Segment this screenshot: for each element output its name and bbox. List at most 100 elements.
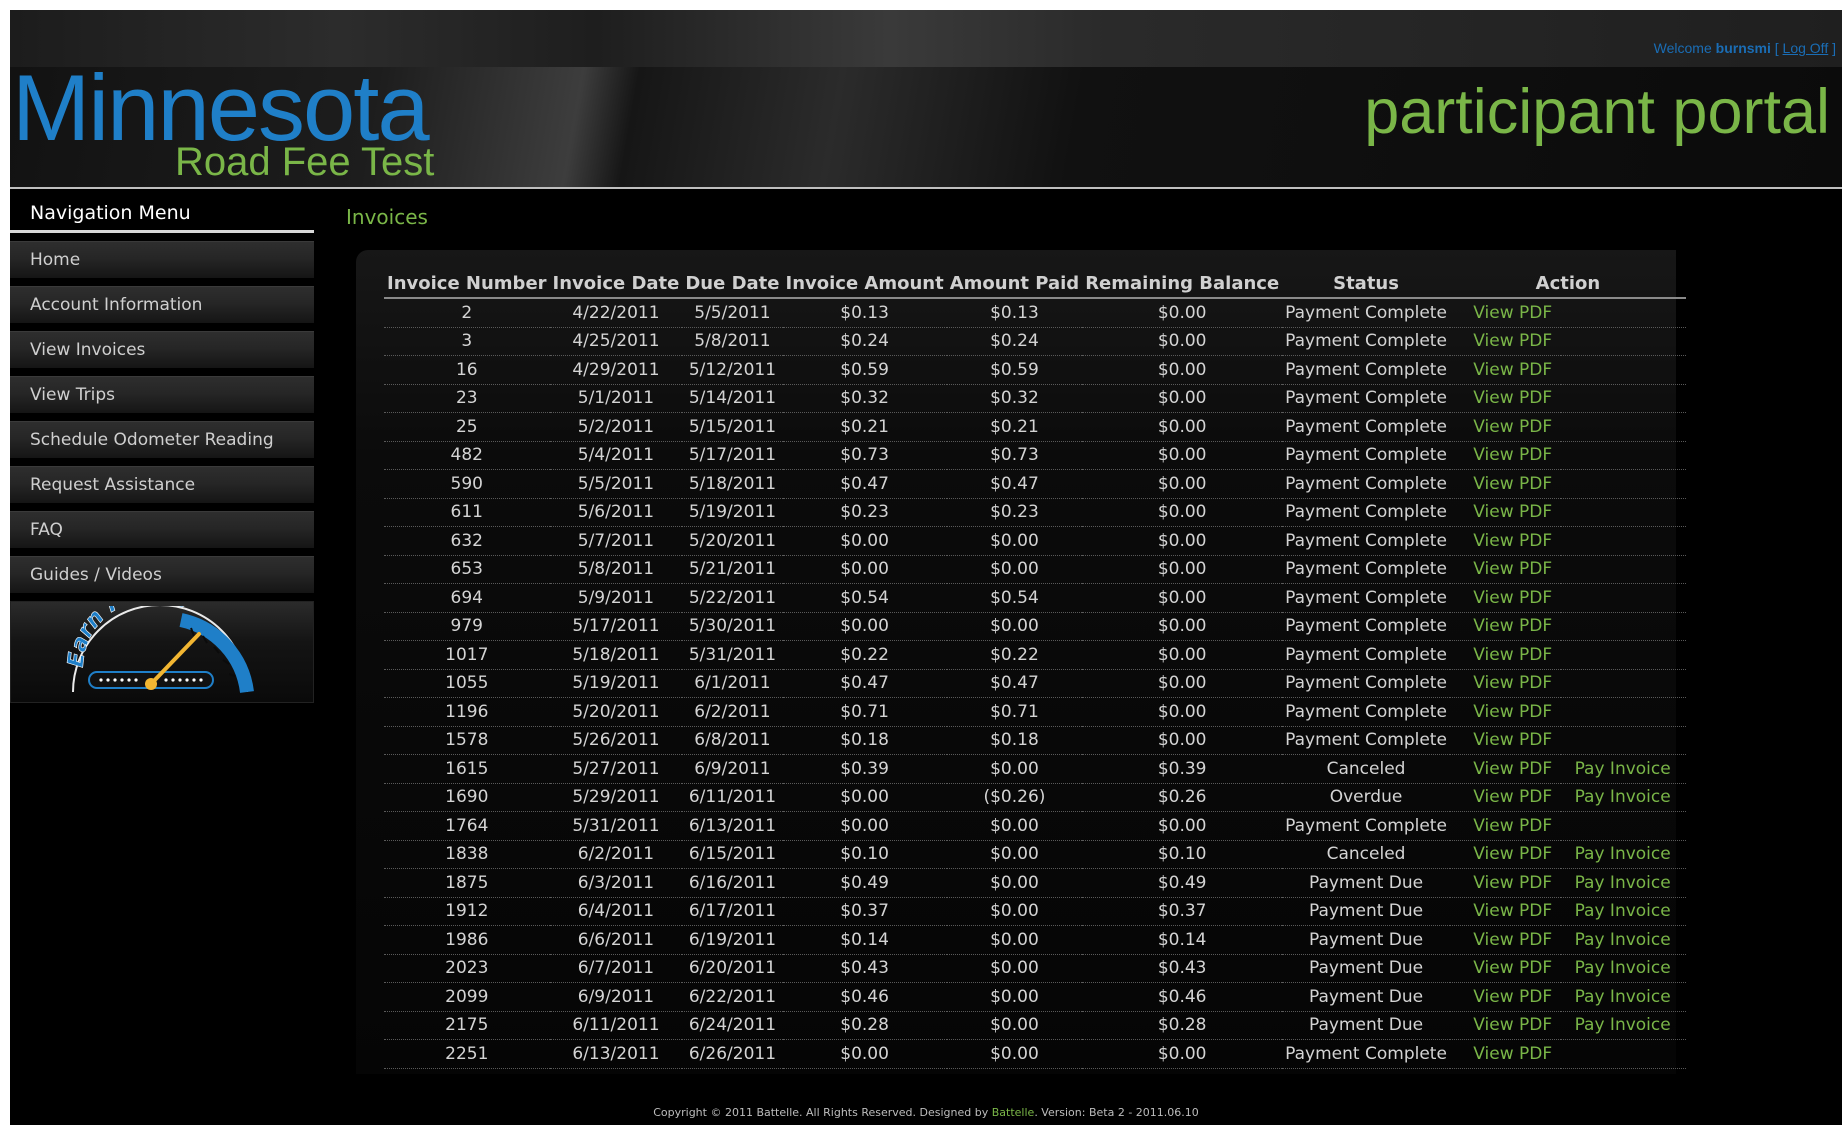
amount-paid-cell: $0.23 [946,498,1083,527]
pay-invoice-link[interactable]: Pay Invoice [1560,954,1686,983]
app-frame: Welcome burnsmi [ Log Off ] Minnesota Ro… [10,10,1842,1125]
view-pdf-link[interactable]: View PDF [1449,982,1561,1012]
due-date-cell: 6/9/2011 [682,754,783,784]
invoice-amount-cell: $0.18 [782,726,947,755]
invoice-amount-cell: $0.71 [782,697,947,727]
invoice-number-cell: 25 [384,412,550,442]
view-pdf-link[interactable]: View PDF [1449,840,1561,869]
view-pdf-link[interactable]: View PDF [1449,1011,1561,1040]
status-cell: Payment Complete [1282,327,1450,356]
view-pdf-link[interactable]: View PDF [1449,669,1561,698]
view-pdf-link[interactable]: View PDF [1449,355,1561,385]
table-row: 979 5/17/2011 5/30/2011 $0.00 $0.00 $0.00 Paym… [384,612,1686,641]
nav-item-schedule-odometer-reading[interactable]: Schedule Odometer Reading [10,421,314,458]
view-pdf-link[interactable]: View PDF [1449,754,1561,784]
due-date-cell: 6/16/2011 [682,868,783,898]
table-row: 23 5/1/2011 5/14/2011 $0.32 $0.32 $0.00 Paymen… [384,384,1686,413]
view-pdf-link[interactable]: View PDF [1449,612,1561,641]
view-pdf-link[interactable]: View PDF [1449,298,1561,328]
amount-paid-cell: $0.00 [946,897,1083,926]
amount-paid-cell: $0.00 [946,868,1083,898]
view-pdf-link[interactable]: View PDF [1449,897,1561,926]
status-cell: Payment Complete [1282,469,1450,499]
view-pdf-link[interactable]: View PDF [1449,868,1561,898]
pay-invoice-link[interactable]: Pay Invoice [1560,754,1686,784]
nav-item-view-invoices[interactable]: View Invoices [10,331,314,368]
view-pdf-link[interactable]: View PDF [1449,697,1561,727]
status-cell: Payment Due [1282,1011,1450,1040]
invoice-amount-cell: $0.00 [782,811,947,841]
view-pdf-link[interactable]: View PDF [1449,441,1561,470]
due-date-cell: 6/22/2011 [682,982,783,1012]
pay-invoice-link[interactable]: Pay Invoice [1560,897,1686,926]
view-pdf-link[interactable]: View PDF [1449,783,1561,812]
nav-item-view-trips[interactable]: View Trips [10,376,314,413]
status-cell: Payment Complete [1282,726,1450,755]
nav-item-home[interactable]: Home [10,241,314,278]
table-row: 632 5/7/2011 5/20/2011 $0.00 $0.00 $0.00 Payme… [384,526,1686,556]
view-pdf-link[interactable]: View PDF [1449,327,1561,356]
invoice-date-cell: 5/31/2011 [549,811,683,841]
remaining-balance-cell: $0.00 [1082,669,1283,698]
earn-points-banner[interactable]: Earn Points [10,601,314,703]
view-pdf-link[interactable]: View PDF [1449,412,1561,442]
amount-paid-cell: $0.00 [946,1011,1083,1040]
pay-invoice-link[interactable]: Pay Invoice [1560,868,1686,898]
view-pdf-link[interactable]: View PDF [1449,583,1561,613]
table-row: 590 5/5/2011 5/18/2011 $0.47 $0.47 $0.00 Payme… [384,469,1686,499]
pay-invoice-link[interactable]: Pay Invoice [1560,840,1686,869]
status-cell: Payment Complete [1282,612,1450,641]
pay-invoice-link [1560,412,1686,442]
amount-paid-cell: $0.47 [946,469,1083,499]
pay-invoice-link[interactable]: Pay Invoice [1560,783,1686,812]
nav-item-account-information[interactable]: Account Information [10,286,314,323]
logoff-link[interactable]: Log Off [1783,40,1829,56]
remaining-balance-cell: $0.00 [1082,583,1283,613]
amount-paid-cell: ($0.26) [946,783,1083,812]
table-row: 694 5/9/2011 5/22/2011 $0.54 $0.54 $0.00 Payme… [384,583,1686,613]
table-row: 2175 6/11/2011 6/24/2011 $0.28 $0.00 $0.28 Pay… [384,1011,1686,1040]
view-pdf-link[interactable]: View PDF [1449,726,1561,755]
amount-paid-cell: $0.22 [946,640,1083,670]
remaining-balance-cell: $0.00 [1082,412,1283,442]
status-cell: Payment Complete [1282,669,1450,698]
invoice-number-cell: 23 [384,384,550,413]
invoice-amount-cell: $0.24 [782,327,947,356]
amount-paid-cell: $0.00 [946,754,1083,784]
nav-item-request-assistance[interactable]: Request Assistance [10,466,314,503]
view-pdf-link[interactable]: View PDF [1449,555,1561,584]
view-pdf-link[interactable]: View PDF [1449,498,1561,527]
view-pdf-link[interactable]: View PDF [1449,526,1561,556]
nav-item-faq[interactable]: FAQ [10,511,314,548]
footer: Copyright © 2011 Battelle. All Rights Re… [10,1106,1842,1119]
footer-copyright: Copyright © 2011 Battelle. All Rights Re… [653,1106,989,1119]
invoice-number-cell: 1912 [384,897,550,926]
table-header-row: Invoice Number Invoice Date Due Date Inv… [384,269,1686,299]
due-date-cell: 6/15/2011 [682,840,783,869]
footer-company-link[interactable]: Battelle [992,1106,1035,1119]
remaining-balance-cell: $0.49 [1082,868,1283,898]
status-cell: Payment Complete [1282,412,1450,442]
view-pdf-link[interactable]: View PDF [1449,811,1561,841]
pay-invoice-link[interactable]: Pay Invoice [1560,1011,1686,1040]
view-pdf-link[interactable]: View PDF [1449,954,1561,983]
pay-invoice-link[interactable]: Pay Invoice [1560,982,1686,1012]
due-date-cell: 5/18/2011 [682,469,783,499]
column-header-action: Action [1449,269,1686,299]
view-pdf-link[interactable]: View PDF [1449,469,1561,499]
pay-invoice-link[interactable]: Pay Invoice [1560,925,1686,955]
invoice-date-cell: 5/2/2011 [549,412,683,442]
view-pdf-link[interactable]: View PDF [1449,384,1561,413]
table-row: 2 4/22/2011 5/5/2011 $0.13 $0.13 $0.00 Payment… [384,298,1686,328]
invoice-number-cell: 1017 [384,640,550,670]
view-pdf-link[interactable]: View PDF [1449,1039,1561,1069]
table-row: 3 4/25/2011 5/8/2011 $0.24 $0.24 $0.00 Payment… [384,327,1686,356]
table-row: 25 5/2/2011 5/15/2011 $0.21 $0.21 $0.00 Paymen… [384,412,1686,442]
welcome-prefix: Welcome [1653,40,1712,56]
view-pdf-link[interactable]: View PDF [1449,640,1561,670]
view-pdf-link[interactable]: View PDF [1449,925,1561,955]
nav-item-guides-videos[interactable]: Guides / Videos [10,556,314,593]
table-row: 1196 5/20/2011 6/2/2011 $0.71 $0.71 $0.00 Paym… [384,697,1686,727]
invoice-number-cell: 1764 [384,811,550,841]
status-cell: Canceled [1282,840,1450,869]
